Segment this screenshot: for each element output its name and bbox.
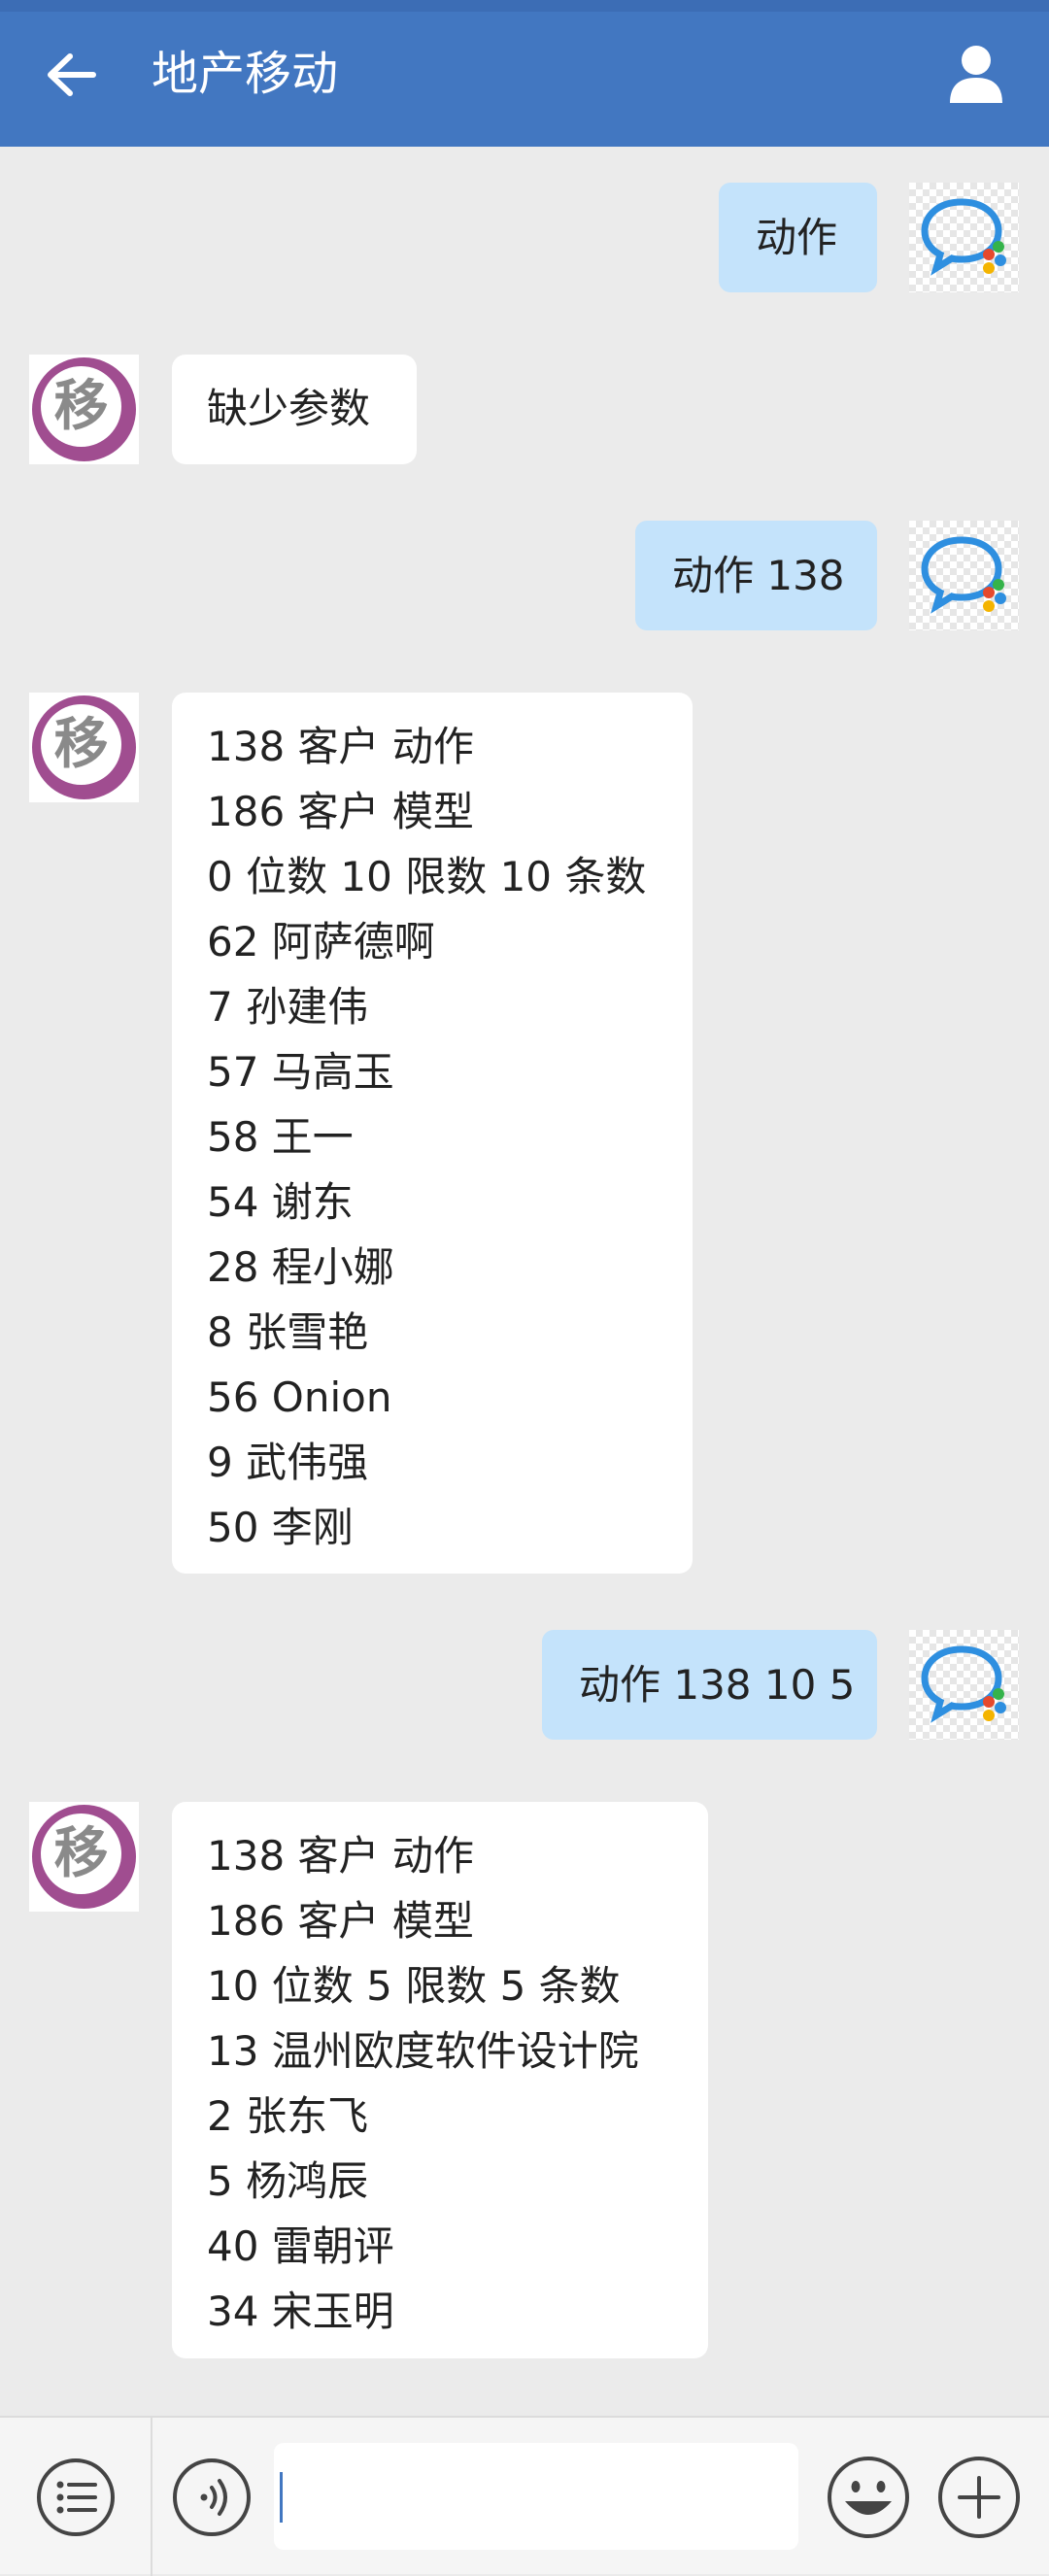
- app-header: 地产移动: [0, 0, 1049, 147]
- chat-app-logo-icon: [921, 1645, 1006, 1723]
- message-line: 缺少参数: [207, 385, 371, 432]
- emoji-icon: [828, 2457, 909, 2538]
- message-line: 56 Onion: [207, 1373, 392, 1421]
- bot-avatar[interactable]: 移: [29, 693, 139, 802]
- avatar-char: 移: [41, 1813, 121, 1894]
- my-avatar[interactable]: [909, 521, 1019, 630]
- arrow-left-icon: [48, 53, 96, 96]
- message-line: 7 孙建伟: [207, 983, 369, 1031]
- menu-button[interactable]: [35, 2457, 117, 2538]
- message-line: 34 宋玉明: [207, 2288, 394, 2335]
- message-line: 50 李刚: [207, 1504, 354, 1551]
- status-bar: [0, 0, 1049, 12]
- message-text: 动作 138: [672, 552, 845, 599]
- bot-avatar[interactable]: 移: [29, 1802, 139, 1912]
- message-line: 8 张雪艳: [207, 1308, 369, 1356]
- bot-message-bubble[interactable]: 138 客户 动作 186 客户 模型 10 位数 5 限数 5 条数 13 温…: [172, 1802, 708, 2358]
- voice-icon: [173, 2458, 251, 2536]
- text-cursor: [280, 2472, 283, 2523]
- my-message-bubble[interactable]: 动作 138 10 5: [542, 1630, 877, 1740]
- message-line: 10 位数 5 限数 5 条数: [207, 1962, 621, 2010]
- avatar-char: 移: [41, 366, 121, 447]
- message-line: 9 武伟强: [207, 1439, 369, 1486]
- bot-message-bubble[interactable]: 138 客户 动作 186 客户 模型 0 位数 10 限数 10 条数 62 …: [172, 693, 693, 1574]
- message-line: 28 程小娜: [207, 1243, 394, 1291]
- bot-avatar[interactable]: 移: [29, 355, 139, 464]
- message-line: 138 客户 动作: [207, 1832, 474, 1880]
- emoji-button[interactable]: [826, 2455, 911, 2540]
- profile-button[interactable]: [942, 39, 1010, 109]
- my-avatar[interactable]: [909, 1630, 1019, 1740]
- plus-icon: [938, 2457, 1020, 2538]
- message-line: 0 位数 10 限数 10 条数: [207, 853, 647, 900]
- menu-area: [0, 2418, 152, 2576]
- message-text: 动作: [756, 214, 838, 261]
- my-avatar[interactable]: [909, 183, 1019, 292]
- more-button[interactable]: [936, 2455, 1022, 2540]
- avatar-char: 移: [41, 704, 121, 785]
- message-line: 57 马高玉: [207, 1048, 394, 1096]
- message-line: 186 客户 模型: [207, 788, 474, 835]
- list-menu-icon: [37, 2458, 115, 2536]
- message-line: 186 客户 模型: [207, 1897, 474, 1945]
- message-line: 5 杨鸿辰: [207, 2157, 369, 2205]
- message-line: 138 客户 动作: [207, 723, 474, 770]
- page-title: 地产移动: [152, 47, 339, 101]
- message-text: 动作 138 10 5: [579, 1661, 856, 1709]
- message-line: 58 王一: [207, 1113, 354, 1161]
- my-message-bubble[interactable]: 动作 138: [635, 521, 877, 630]
- user-icon: [950, 46, 1002, 103]
- message-line: 54 谢东: [207, 1178, 354, 1226]
- voice-button[interactable]: [171, 2457, 253, 2538]
- message-line: 40 雷朝评: [207, 2222, 394, 2270]
- message-input[interactable]: [274, 2443, 798, 2550]
- bot-message-bubble[interactable]: 缺少参数: [172, 355, 417, 464]
- my-message-bubble[interactable]: 动作: [719, 183, 877, 292]
- back-button[interactable]: [37, 41, 105, 109]
- message-line: 13 温州欧度软件设计院: [207, 2027, 639, 2075]
- chat-app-logo-icon: [921, 536, 1006, 614]
- chat-app-logo-icon: [921, 198, 1006, 276]
- input-bar: [0, 2416, 1049, 2576]
- message-line: 2 张东飞: [207, 2092, 369, 2140]
- message-line: 62 阿萨德啊: [207, 918, 435, 966]
